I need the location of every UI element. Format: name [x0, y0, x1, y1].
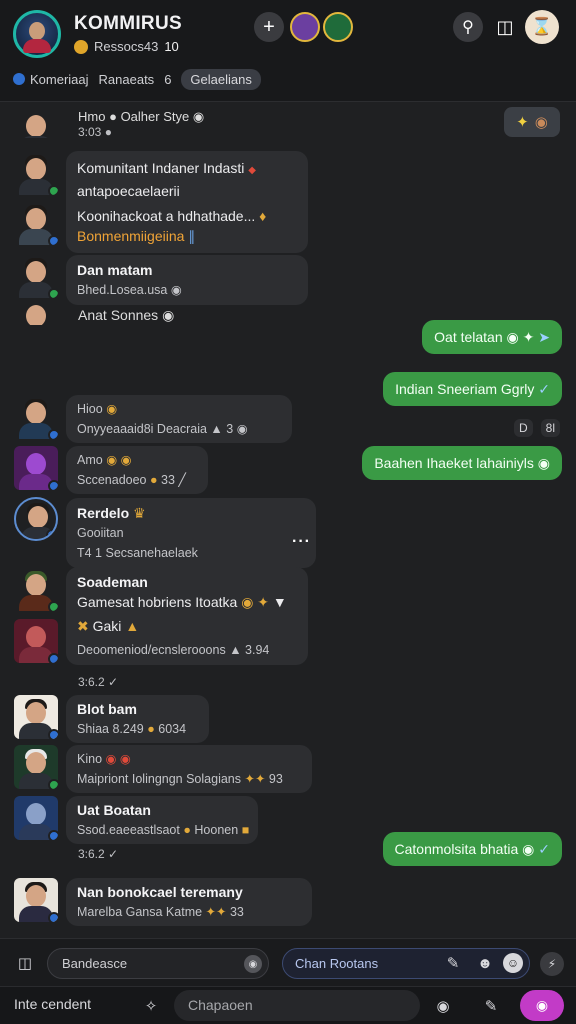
message-text: Anat Sonnes ◉: [78, 307, 175, 323]
sidebar-icon[interactable]: ◫: [14, 953, 36, 973]
smile-icon[interactable]: ☺: [503, 953, 523, 973]
message-bubble[interactable]: Dan matam Bhed.Losea.usa ◉: [66, 255, 308, 305]
avatar[interactable]: [14, 446, 58, 490]
sticker-icon[interactable]: ☻: [474, 953, 496, 973]
share-icon[interactable]: ◫: [490, 12, 520, 42]
compose-bar: ◫ Bandeasce ◉ Chan Rootans ✎ ☻ ☺ ⚡: [0, 938, 576, 986]
message-bubble[interactable]: Soademan Gamesat hobriens Itoatka ◉ ✦ ▼ …: [66, 567, 308, 665]
tab-gelaelians[interactable]: Gelaelians: [181, 69, 261, 90]
avatar[interactable]: [14, 497, 58, 541]
bird-icon[interactable]: ✧: [140, 996, 162, 1016]
chat-icon: ◉: [535, 997, 549, 1013]
message-bubble[interactable]: Komunitant Indaner Indasti ◆ antapoecael…: [66, 151, 308, 253]
community-avatar[interactable]: [13, 10, 61, 58]
tab-ranaeats[interactable]: Ranaeats: [99, 72, 155, 87]
tab-community[interactable]: Komeriaaj: [13, 72, 89, 87]
message-bubble[interactable]: Blot bam Shiaa 8.249 ● 6034: [66, 695, 209, 743]
message-bubble[interactable]: Rerdelo ♛ Gooiitan T4 1 Secsanehaelaek: [66, 498, 316, 568]
camera-icon[interactable]: ◉: [432, 996, 454, 1016]
tab-count[interactable]: 6: [164, 72, 171, 87]
message-time: 3:03 ●: [78, 125, 112, 139]
community-subline: Ressocs43 10: [74, 39, 179, 54]
brush-icon[interactable]: ✎: [442, 953, 464, 973]
lightning-icon[interactable]: ⚡: [540, 952, 564, 976]
community-icon: [13, 73, 25, 85]
sub-code: Ressocs43: [94, 39, 159, 54]
sticker-message[interactable]: ✦ ◉: [504, 107, 560, 137]
avatar[interactable]: [14, 151, 58, 195]
search-icon[interactable]: ⚲: [453, 12, 483, 42]
more-icon[interactable]: ···: [292, 533, 311, 551]
message-bubble[interactable]: Uat Boatan Ssod.eaeeastlsaot ● Hoonen ■: [66, 796, 258, 844]
avatar[interactable]: [14, 303, 58, 325]
avatar[interactable]: [14, 695, 58, 739]
message-bubble[interactable]: Hioo ◉ Onyyeaaaid8i Deacraia ▲ 3 ◉: [66, 395, 292, 443]
community-title: KOMMIRUS: [74, 13, 182, 34]
chat-input[interactable]: Chapaoen: [174, 990, 420, 1021]
message-bubble[interactable]: Kino ◉ ◉ Maipriont Iolingngn Solagians ✦…: [66, 745, 312, 793]
outgoing-message[interactable]: Indian Sneeriam Ggrly ✓: [383, 372, 562, 406]
add-icon[interactable]: +: [254, 12, 284, 42]
outgoing-message[interactable]: Catonmolsita bhatia ◉ ✓: [382, 832, 562, 866]
outgoing-message[interactable]: Baahen Ihaeket lahainiyls ◉: [362, 446, 562, 480]
avatar[interactable]: [14, 201, 58, 245]
message-time: 3:6.2 ✓: [78, 675, 119, 689]
avatar[interactable]: [14, 745, 58, 789]
message-feed[interactable]: Hmo ● Oalher Stye ◉ 3:03 ● ✦ ◉ Komunitant…: [0, 103, 576, 938]
emoji-icon[interactable]: ◉: [244, 955, 262, 973]
avatar[interactable]: [14, 878, 58, 922]
member-avatar[interactable]: [323, 12, 353, 42]
avatar[interactable]: [14, 619, 58, 663]
bottom-bar: Inte cendent ✧ Chapaoen ◉ ✎ ◉: [0, 986, 576, 1024]
tab-bar: Komeriaaj Ranaeats 6 Gelaelians: [13, 69, 261, 90]
edit-icon[interactable]: ✎: [480, 996, 502, 1016]
avatar[interactable]: [14, 796, 58, 840]
hourglass-icon[interactable]: ⌛: [525, 10, 559, 44]
search-input[interactable]: Bandeasce: [47, 948, 269, 979]
send-button[interactable]: ◉: [520, 990, 564, 1021]
avatar[interactable]: [14, 395, 58, 439]
bottom-label: Inte cendent: [14, 996, 92, 1012]
avatar[interactable]: [14, 254, 58, 298]
message-status: D 8l: [513, 419, 560, 437]
sub-count: 10: [164, 39, 179, 54]
app-header: KOMMIRUS Ressocs43 10 + ⚲ ◫ ⌛ Komeriaaj …: [0, 0, 576, 102]
outgoing-message[interactable]: Oat telatan ◉ ✦ ➤: [422, 320, 562, 354]
avatar[interactable]: [14, 567, 58, 611]
message-time: 3:6.2 ✓: [78, 847, 119, 861]
message-bubble[interactable]: Amo ◉ ◉ Sccenadoeo ● 33 ╱: [66, 446, 208, 494]
avatar[interactable]: [14, 108, 58, 138]
message-text: Hmo ● Oalher Stye ◉: [78, 109, 205, 124]
member-icon: [74, 39, 88, 54]
message-bubble[interactable]: Nan bonokcael teremany Marelba Gansa Kat…: [66, 878, 312, 926]
member-avatar[interactable]: [290, 12, 320, 42]
